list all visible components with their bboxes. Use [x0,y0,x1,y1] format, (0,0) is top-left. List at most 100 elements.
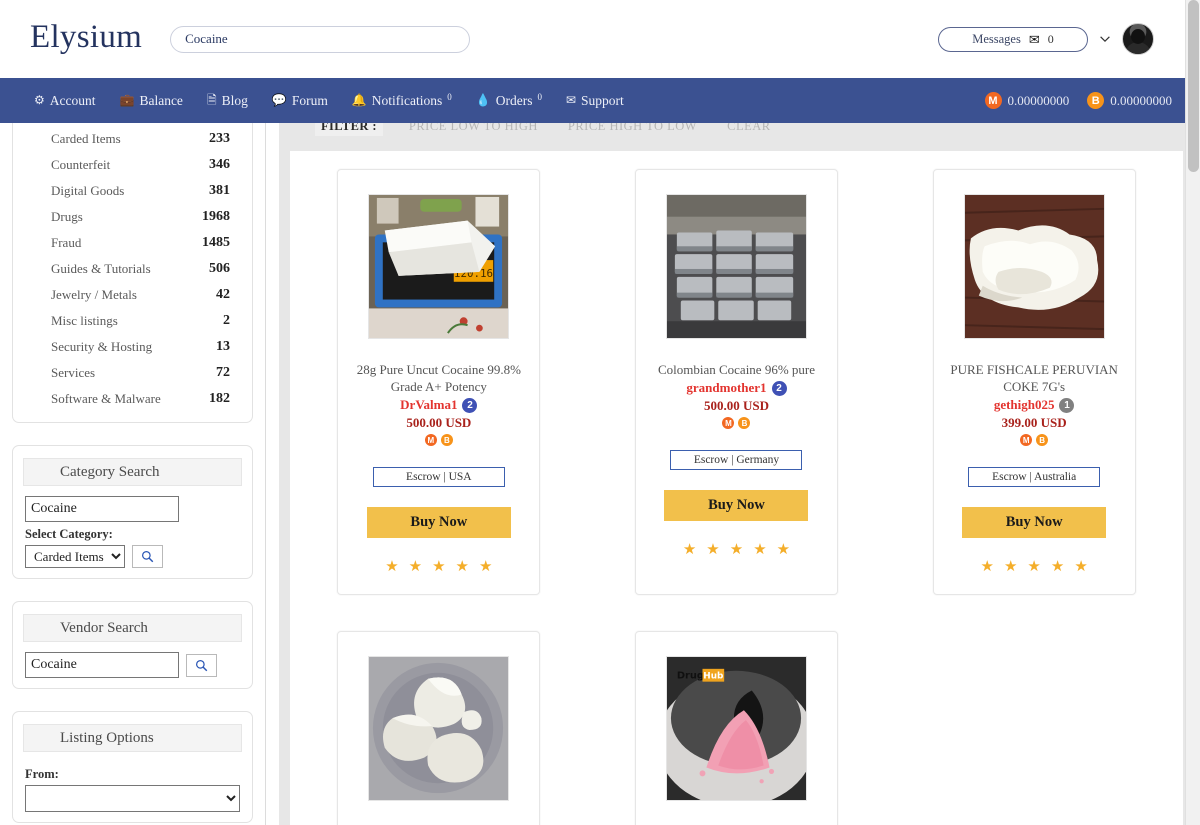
star-icon: ★ [776,542,791,558]
monero-balance[interactable]: M 0.00000000 [984,92,1069,109]
filter-price-high-to-low[interactable]: PRICE HIGH TO LOW [568,123,697,134]
listing-card[interactable]: PURE FISHCALE PERUVIAN COKE 7G's gethigh… [932,169,1136,595]
main-content: FILTER : PRICE LOW TO HIGH PRICE HIGH TO… [266,123,1200,825]
category-count: 346 [209,157,230,172]
listing-vendor[interactable]: grandmother1 2 [686,380,787,396]
star-icon: ★ [706,542,720,558]
category-count: 1485 [202,235,230,250]
sidebar-item-guides-tutorials[interactable]: Guides & Tutorials 506 [13,256,252,282]
category-count: 506 [209,261,230,276]
sidebar-item-security-hosting[interactable]: Security & Hosting 13 [13,334,252,360]
svg-text:Hub: Hub [703,672,723,682]
category-name: Misc listings [51,313,118,328]
category-name: Services [51,365,96,380]
listing-price: 500.00 USD [703,398,769,413]
vendor-search-panel: Vendor Search [12,601,253,689]
sidebar-item-misc-listings[interactable]: Misc listings 2 [13,308,252,334]
nav-item-balance[interactable]: 💼 Balance [120,93,183,109]
chevron-down-icon[interactable] [1098,32,1112,46]
listing-price: 500.00 USD [406,415,472,430]
sidebar-item-software-malware[interactable]: Software & Malware 182 [13,386,252,412]
listings-grid: 120.16 28g Pure Uncut Cocaine 99.8% Grad… [290,169,1183,825]
sidebar-item-jewelry-metals[interactable]: Jewelry / Metals 42 [13,282,252,308]
vendor-name: grandmother1 [686,380,767,395]
category-count: 182 [209,391,230,406]
vendor-search-input[interactable] [25,652,179,678]
category-list-panel: Carded Items 233 Counterfeit 346 Digital… [12,123,253,423]
site-logo[interactable]: Elysium [30,20,142,58]
nav-item-notifications[interactable]: 🔔 Notifications 0 [352,92,452,109]
listing-vendor[interactable]: gethigh025 1 [994,397,1075,413]
nav-item-support[interactable]: ✉ Support [566,93,624,109]
sidebar-item-drugs[interactable]: Drugs 1968 [13,204,252,230]
buy-now-button[interactable]: Buy Now [366,507,511,538]
category-count: 13 [216,339,230,354]
avatar[interactable] [1122,23,1154,55]
category-name: Jewelry / Metals [51,287,137,302]
filter-clear[interactable]: CLEAR [727,123,770,134]
category-name: Counterfeit [51,157,111,172]
star-icon: ★ [1003,559,1018,575]
star-icon: ★ [385,559,399,575]
vendor-search-button[interactable] [186,653,217,677]
sidebar-item-counterfeit[interactable]: Counterfeit 346 [13,152,252,178]
sidebar-item-fraud[interactable]: Fraud 1485 [13,230,252,256]
page-scrollbar[interactable] [1185,0,1200,825]
listing-card[interactable]: 120.16 28g Pure Uncut Cocaine 99.8% Grad… [337,169,541,595]
body-wrapper: Carded Items 233 Counterfeit 346 Digital… [0,123,1200,825]
site-header: Elysium Messages ✉ 0 [0,0,1200,78]
category-search-input[interactable] [25,496,179,522]
messages-button[interactable]: Messages ✉ 0 [938,26,1088,52]
vendor-level-badge: 1 [1059,397,1075,413]
nav-item-account[interactable]: ⚙ Account [34,93,96,109]
listing-vendor[interactable]: DrValma1 2 [400,397,478,413]
flame-icon: 💧 [475,92,491,107]
vendor-name: DrValma1 [400,397,458,412]
listing-card[interactable]: Colombian Cocaine 96% pure grandmother1 … [634,169,838,595]
nav-item-forum[interactable]: 💬 Forum [272,93,328,109]
listing-options-panel: Listing Options From: [12,711,253,823]
monero-icon: M [1020,434,1033,446]
listing-card[interactable] [337,631,541,825]
filter-label: FILTER : [315,123,383,136]
listing-thumbnail[interactable] [963,194,1105,339]
category-search-button[interactable] [132,545,163,568]
sidebar-item-digital-goods[interactable]: Digital Goods 381 [13,178,252,204]
nav-item-blog[interactable]: 🗎 Blog [207,93,248,109]
buy-now-button[interactable]: Buy Now [664,490,809,521]
category-select[interactable]: Carded Items [25,545,125,568]
listing-thumbnail[interactable] [665,194,807,339]
category-count: 72 [216,365,230,380]
listing-thumbnail[interactable]: 120.16 [368,194,510,339]
category-count: 42 [216,287,230,302]
from-select[interactable] [25,785,240,812]
bitcoin-balance[interactable]: B 0.00000000 [1087,92,1172,109]
listing-card[interactable]: Drug Hub [634,631,838,825]
star-icon: ★ [455,559,469,575]
filter-price-low-to-high[interactable]: PRICE LOW TO HIGH [409,123,538,134]
escrow-badge[interactable]: Escrow | Germany [670,450,803,470]
listing-title: Colombian Cocaine 96% pure [657,362,816,377]
escrow-badge[interactable]: Escrow | Australia [968,467,1101,487]
accepted-coins: M B [722,417,751,429]
category-name: Fraud [51,235,82,250]
listing-thumbnail[interactable]: Drug Hub [665,656,807,801]
nav-item-orders[interactable]: 💧 Orders 0 [475,92,542,109]
page-root: Elysium Messages ✉ 0 ⚙ Account 💼 Balance… [0,0,1200,825]
rating-stars: ★ ★ ★ ★ ★ [981,557,1088,576]
sidebar-item-services[interactable]: Services 72 [13,360,252,386]
search-icon [196,659,208,671]
category-count: 2 [223,313,230,328]
buy-now-button[interactable]: Buy Now [962,507,1107,538]
escrow-badge[interactable]: Escrow | USA [372,467,505,487]
page-scrollbar-thumb[interactable] [1188,0,1199,172]
listing-thumbnail[interactable] [368,656,510,801]
nav-label: Balance [139,92,183,108]
vendor-level-badge: 2 [771,380,787,396]
nav-label: Orders [495,92,533,108]
category-count: 233 [209,131,230,146]
header-search-input[interactable] [170,25,471,53]
sidebar-item-carded-items[interactable]: Carded Items 233 [13,126,252,152]
gear-icon: ⚙ [34,92,45,107]
rating-stars: ★ ★ ★ ★ ★ [385,557,492,576]
